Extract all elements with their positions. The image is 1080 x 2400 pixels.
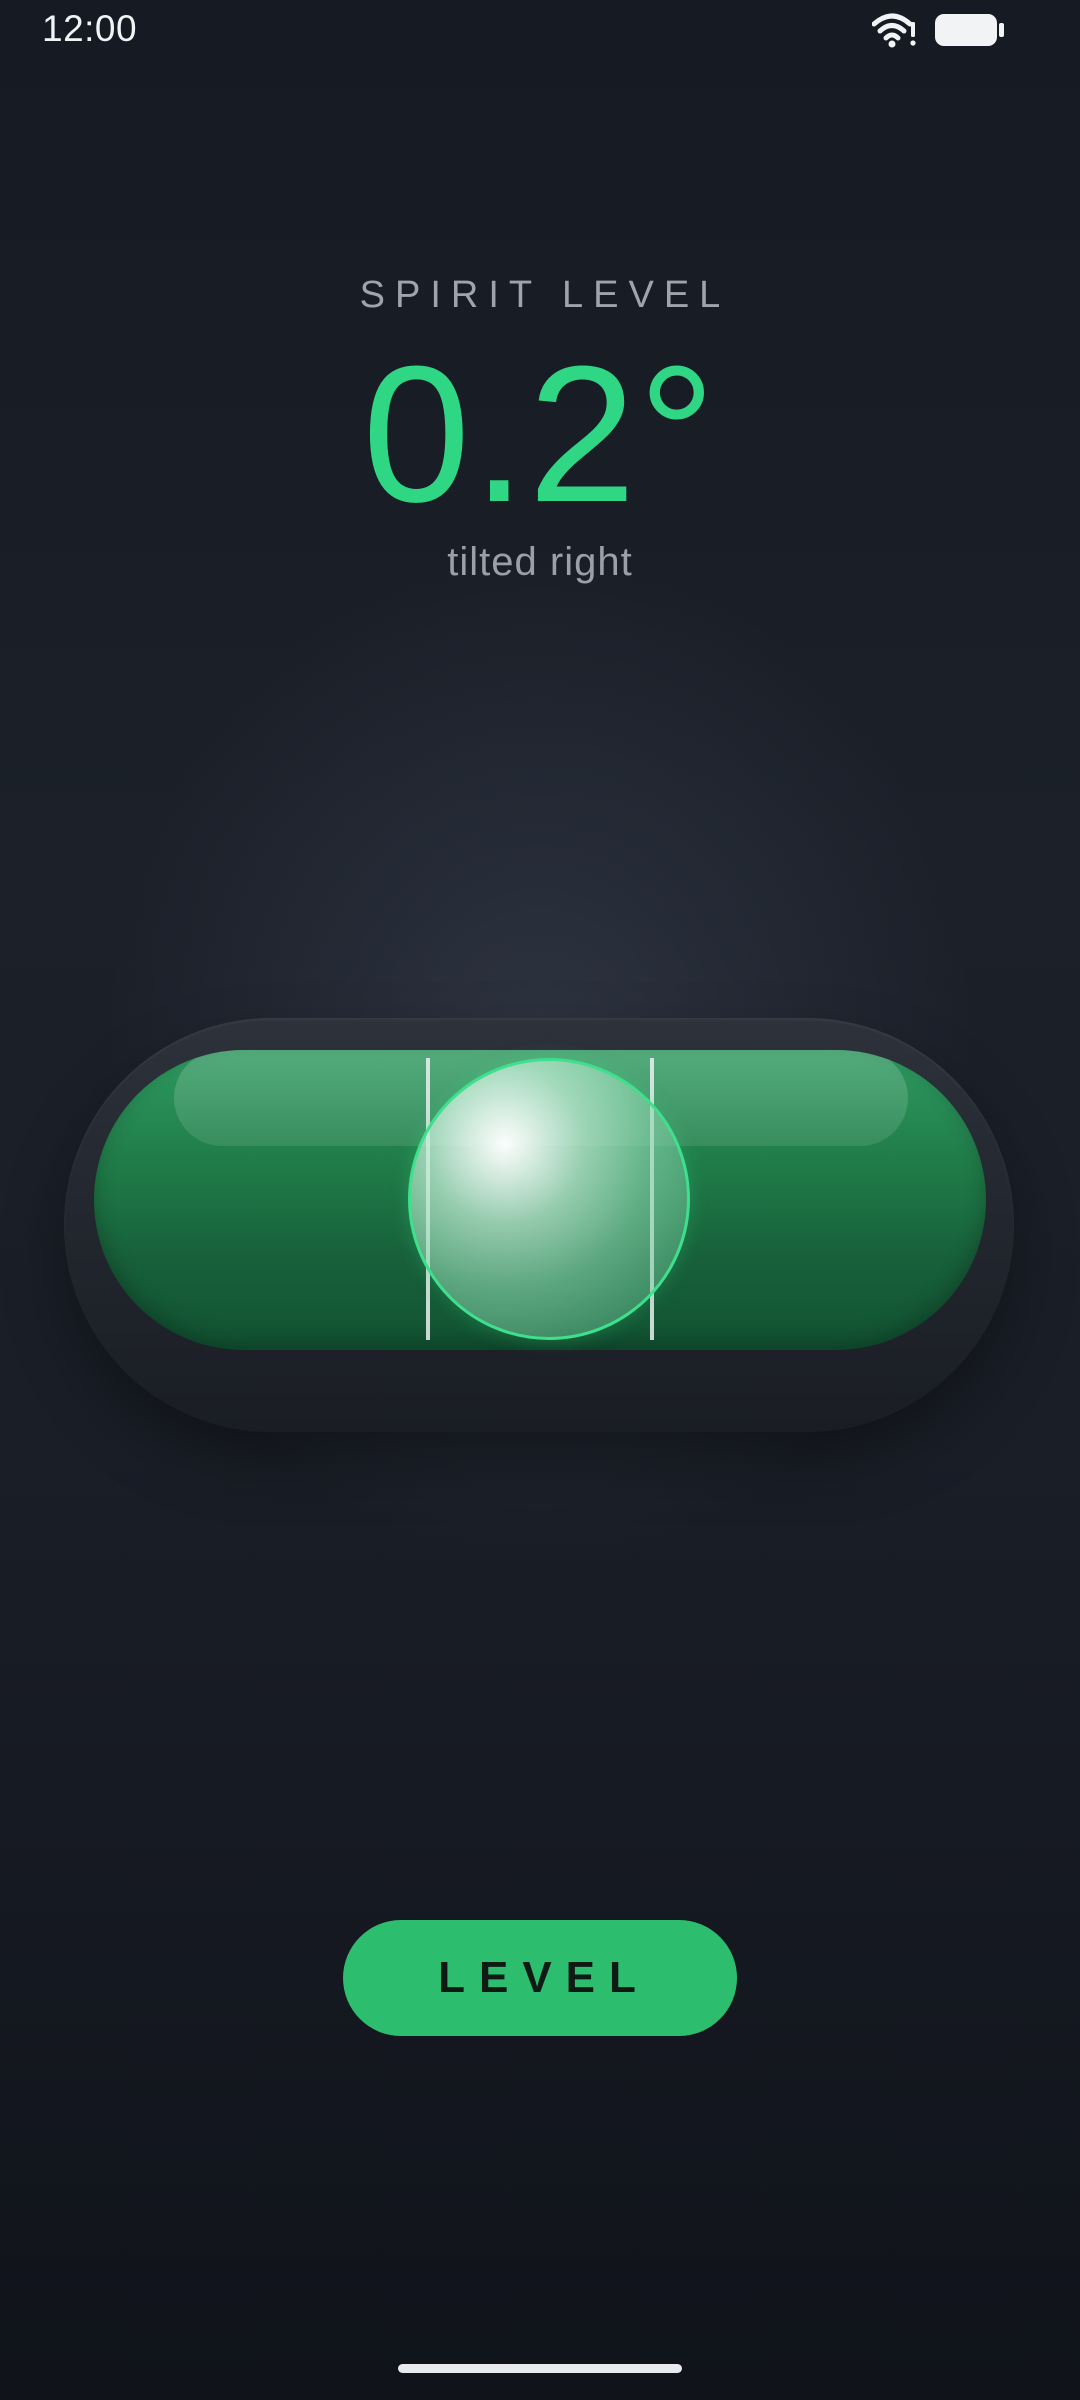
tilt-direction-label: tilted right [447, 540, 633, 584]
level-bubble [408, 1058, 690, 1340]
app-title: SPIRIT LEVEL [359, 274, 731, 316]
status-time: 12:00 [42, 8, 138, 49]
angle-readout: 0.2° [362, 326, 718, 543]
level-button[interactable]: LEVEL [343, 1920, 737, 2036]
battery-icon [935, 14, 1004, 46]
wifi-icon [872, 13, 916, 48]
home-indicator[interactable] [398, 2364, 682, 2373]
status-bar: 12:00 [0, 0, 1080, 60]
